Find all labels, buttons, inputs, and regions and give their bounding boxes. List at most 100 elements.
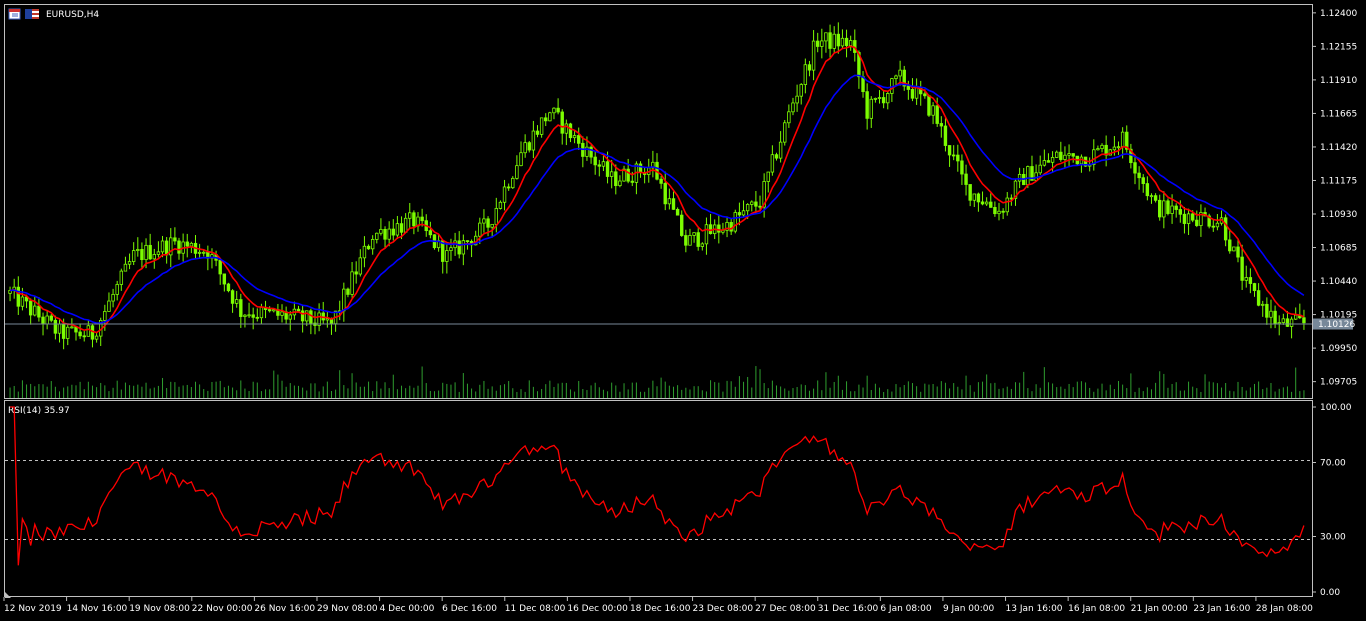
candle-body — [164, 240, 169, 256]
candle-body — [589, 146, 593, 158]
candle-body — [399, 223, 404, 233]
candle-body — [869, 98, 873, 119]
candle-body — [539, 117, 544, 135]
candle-body — [57, 323, 62, 334]
candle-body — [923, 93, 927, 97]
candle-body — [123, 263, 128, 272]
candle-body — [1042, 160, 1047, 166]
candle-body — [486, 218, 490, 228]
candle-body — [1228, 239, 1232, 252]
candle-body — [478, 222, 482, 237]
candle-body — [33, 305, 37, 316]
price-tick-label: 1.10685 — [1320, 244, 1357, 254]
candle-body — [1273, 310, 1277, 324]
candle-body — [280, 311, 284, 316]
candle-body — [325, 318, 330, 321]
candle-body — [1034, 172, 1038, 181]
main-chart-panel[interactable] — [4, 4, 1313, 399]
price-tick-label: 1.09950 — [1320, 344, 1357, 354]
candle-body — [675, 208, 680, 216]
candle-body — [1277, 322, 1281, 324]
candle-body — [251, 314, 255, 318]
candle-body — [630, 180, 634, 183]
moving-averages — [9, 45, 1305, 334]
candle-body — [350, 271, 354, 295]
volume-bars — [9, 366, 1305, 398]
candle-body — [968, 184, 972, 201]
trading-chart[interactable]: EURUSD,H4 1.124001.121551.119101.116651.… — [0, 0, 1366, 621]
candle-body — [947, 145, 952, 156]
candle-body — [1240, 256, 1244, 281]
candle-body — [494, 208, 498, 225]
candle-body — [799, 84, 803, 97]
candle-body — [535, 130, 540, 135]
candle-body — [131, 250, 136, 262]
candle-body — [136, 249, 140, 251]
candle-body — [976, 193, 981, 203]
candle-body — [1178, 209, 1183, 215]
candle-body — [729, 222, 733, 232]
candle-body — [1137, 172, 1141, 179]
price-tick-label: 1.12400 — [1320, 9, 1357, 19]
candle-body — [346, 288, 350, 295]
candle-body — [877, 97, 882, 99]
candle-body — [173, 237, 177, 242]
candle-body — [37, 305, 41, 318]
rsi-panel[interactable] — [4, 400, 1313, 597]
candle-body — [820, 40, 824, 47]
price-tick-label: 1.11665 — [1320, 109, 1357, 119]
candle-body — [1186, 213, 1191, 224]
candle-body — [502, 186, 507, 203]
candle-body — [626, 168, 630, 182]
candle-body — [1269, 310, 1273, 318]
chart-window-icon — [8, 8, 21, 20]
candle-body — [127, 261, 132, 265]
candle-body — [1112, 146, 1117, 151]
candle-body — [750, 201, 754, 205]
candle-body — [927, 95, 931, 116]
candle-body — [1063, 154, 1067, 160]
candle-body — [605, 161, 610, 177]
candle-body — [774, 154, 779, 159]
time-tick-label: 21 Jan 00:00 — [1131, 604, 1188, 614]
candle-body — [288, 314, 292, 320]
candle-body — [1195, 219, 1199, 226]
candle-body — [66, 326, 70, 339]
candle-body — [1067, 153, 1071, 156]
candle-body — [704, 224, 709, 245]
candle-body — [593, 156, 597, 166]
candle-body — [53, 319, 58, 334]
candle-body — [609, 171, 614, 177]
price-tick-label: 1.11910 — [1320, 76, 1357, 86]
candle-body — [305, 310, 309, 322]
candle-body — [1120, 131, 1125, 148]
candle-body — [708, 224, 713, 235]
candle-body — [94, 335, 99, 340]
candle-body — [354, 271, 358, 275]
candle-body — [783, 122, 787, 143]
candle-body — [202, 251, 206, 254]
candle-body — [482, 218, 486, 224]
candle-body — [461, 240, 466, 255]
candle-body — [993, 207, 997, 215]
candle-body — [659, 178, 663, 184]
candle-body — [383, 228, 387, 240]
candle-body — [1174, 205, 1178, 210]
price-tick-label: 1.09705 — [1320, 378, 1357, 388]
candle-body — [362, 245, 367, 259]
candle-body — [45, 315, 49, 325]
candle-body — [824, 32, 828, 42]
candle-body — [1265, 303, 1269, 318]
candle-body — [964, 173, 968, 185]
candle-body — [119, 270, 124, 285]
candle-body — [1059, 151, 1063, 160]
candle-body — [70, 326, 74, 329]
price-tick-label: 1.10440 — [1320, 277, 1357, 287]
candle-body — [935, 105, 939, 124]
price-tick-label: 1.10930 — [1320, 210, 1357, 220]
candle-body — [1071, 153, 1075, 157]
candle-body — [255, 316, 259, 319]
time-tick-label: 23 Dec 08:00 — [693, 604, 754, 614]
candle-body — [811, 40, 816, 71]
candle-body — [1100, 144, 1104, 150]
